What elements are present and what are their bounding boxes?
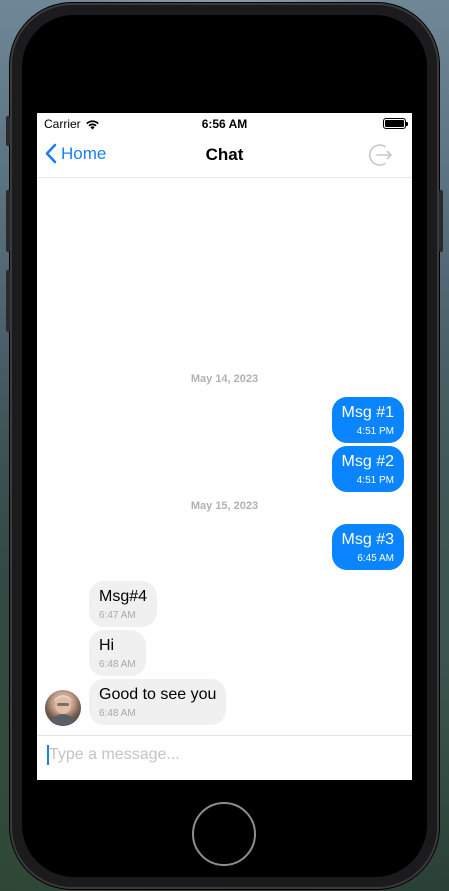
message-list: May 14, 2023 Msg #1 4:51 PM Msg #2 4:51 … <box>37 179 412 734</box>
message-bubble-outgoing[interactable]: Msg #2 4:51 PM <box>331 446 404 492</box>
battery-icon <box>383 118 408 129</box>
message-time: 6:47 AM <box>99 610 136 621</box>
date-separator: May 15, 2023 <box>190 500 259 512</box>
date-separator: May 14, 2023 <box>190 373 259 385</box>
volume-up-button <box>6 190 10 252</box>
home-button[interactable] <box>192 802 256 866</box>
message-bubble-incoming[interactable]: Good to see you 6:48 AM <box>89 679 227 725</box>
app-screen: Carrier 6:56 AM Home Chat May 14, 2023 M… <box>37 113 412 780</box>
message-bubble-outgoing[interactable]: Msg #3 6:45 AM <box>331 524 404 570</box>
message-time: 4:51 PM <box>356 426 394 437</box>
message-time: 6:45 AM <box>357 553 394 564</box>
message-text: Msg #3 <box>341 531 394 548</box>
power-button <box>439 190 443 252</box>
message-text: Hi <box>99 637 115 654</box>
message-text: Msg #2 <box>341 453 394 470</box>
logout-icon <box>369 144 392 166</box>
status-bar: Carrier 6:56 AM <box>37 113 412 133</box>
message-bubble-incoming[interactable]: Hi 6:48 AM <box>89 630 146 676</box>
message-text: Msg #1 <box>341 404 394 421</box>
message-time: 4:51 PM <box>356 475 394 486</box>
page-title: Chat <box>205 145 244 164</box>
message-bubble-incoming[interactable]: Msg#4 6:47 AM <box>89 581 158 627</box>
message-time: 6:48 AM <box>99 659 136 670</box>
avatar-image <box>49 695 77 726</box>
message-bubble-outgoing[interactable]: Msg #1 4:51 PM <box>331 397 404 443</box>
avatar[interactable] <box>45 690 81 726</box>
message-text: Good to see you <box>99 686 217 703</box>
battery-level <box>385 120 404 127</box>
battery-tip <box>406 122 408 126</box>
message-time: 6:48 AM <box>99 708 136 719</box>
navigation-bar: Home Chat <box>37 133 412 178</box>
message-text: Msg#4 <box>99 588 148 605</box>
status-time: 6:56 AM <box>201 117 248 131</box>
message-input[interactable] <box>47 742 402 768</box>
volume-down-button <box>6 270 10 332</box>
logout-button[interactable] <box>368 142 394 173</box>
mute-switch <box>6 116 10 146</box>
composer-bar <box>37 735 412 780</box>
